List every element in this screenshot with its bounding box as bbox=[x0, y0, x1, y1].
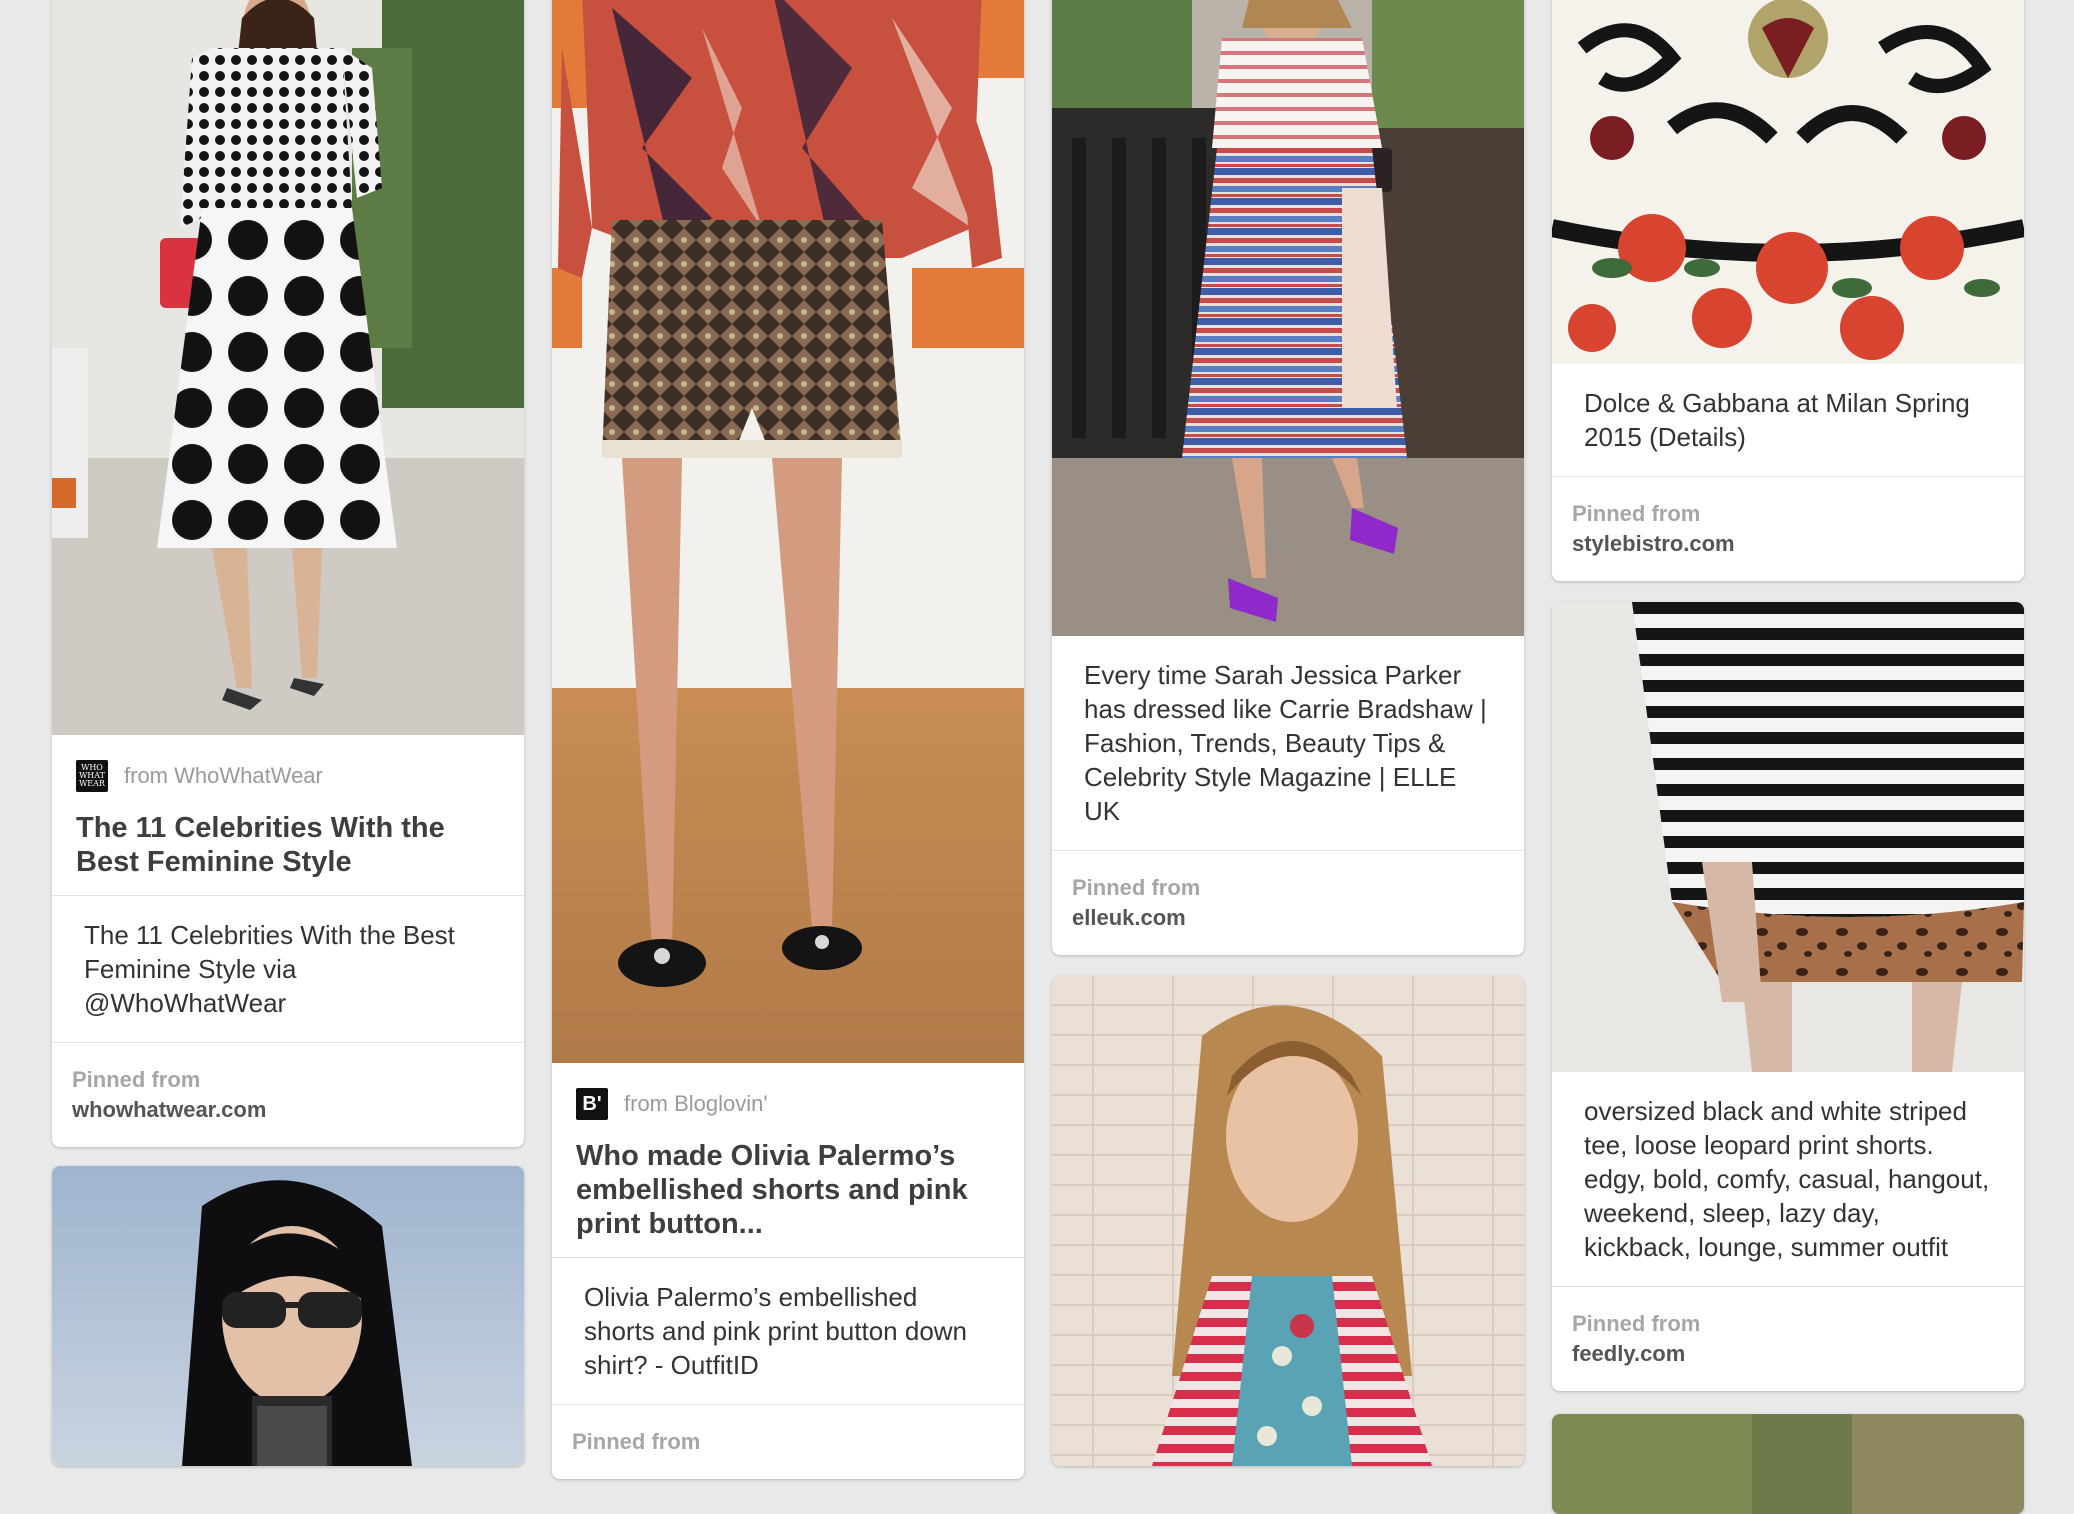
pin-image-graphic bbox=[1552, 1414, 2024, 1514]
pinned-from-domain[interactable]: feedly.com bbox=[1572, 1339, 2004, 1369]
pin-image[interactable] bbox=[1552, 0, 2024, 364]
pin-source[interactable]: WHO WHAT WEAR from WhoWhatWear bbox=[52, 735, 524, 795]
pin-card[interactable]: oversized black and white striped tee, l… bbox=[1552, 602, 2024, 1391]
pinned-from-label: Pinned from bbox=[572, 1429, 701, 1454]
pin-image[interactable] bbox=[1552, 602, 2024, 1072]
pin-description: oversized black and white striped tee, l… bbox=[1584, 1096, 1990, 1262]
pinned-from-domain[interactable]: whowhatwear.com bbox=[72, 1095, 504, 1125]
pin-card[interactable]: Every time Sarah Jessica Parker has dres… bbox=[1052, 0, 1524, 955]
pin-image-graphic bbox=[1052, 976, 1524, 1466]
pin-attribution[interactable]: Pinned from elleuk.com bbox=[1052, 851, 1524, 955]
pin-image[interactable] bbox=[1552, 1414, 2024, 1514]
pin-description: Olivia Palermo’s embellished shorts and … bbox=[584, 1282, 968, 1380]
pin-description: Every time Sarah Jessica Parker has dres… bbox=[1084, 660, 1487, 826]
pin-source[interactable]: B' from Bloglovin' bbox=[552, 1063, 1024, 1123]
pin-image[interactable] bbox=[1052, 0, 1524, 636]
pin-card[interactable] bbox=[52, 1166, 524, 1466]
pin-image[interactable] bbox=[1052, 976, 1524, 1466]
pin-attribution[interactable]: Pinned from stylebistro.com bbox=[1552, 477, 2024, 581]
source-logo: B' bbox=[576, 1088, 608, 1120]
pin-description: Dolce & Gabbana at Milan Spring 2015 (De… bbox=[1584, 388, 1970, 452]
pin-card[interactable]: Dolce & Gabbana at Milan Spring 2015 (De… bbox=[1552, 0, 2024, 581]
pin-rich-title[interactable]: Who made Olivia Palermo’s embellished sh… bbox=[552, 1123, 1024, 1257]
pin-image-graphic bbox=[1552, 0, 2024, 364]
pin-card[interactable] bbox=[1052, 976, 1524, 1466]
pin-card[interactable] bbox=[1552, 1414, 2024, 1514]
pin-image-graphic bbox=[52, 0, 524, 735]
pinned-from-label: Pinned from bbox=[1072, 875, 1201, 900]
pin-image[interactable] bbox=[52, 1166, 524, 1466]
source-text: from WhoWhatWear bbox=[124, 763, 323, 788]
pin-image-graphic bbox=[552, 0, 1024, 1063]
pin-image-graphic bbox=[1552, 602, 2024, 1072]
pin-attribution[interactable]: Pinned from bbox=[552, 1405, 1024, 1479]
pin-image-graphic bbox=[52, 1166, 524, 1466]
pin-attribution[interactable]: Pinned from feedly.com bbox=[1552, 1287, 2024, 1391]
pin-image-graphic bbox=[1052, 0, 1524, 636]
pin-card[interactable]: B' from Bloglovin' Who made Olivia Paler… bbox=[552, 0, 1024, 1479]
pinned-from-label: Pinned from bbox=[72, 1067, 201, 1092]
pinned-from-domain[interactable]: elleuk.com bbox=[1072, 903, 1504, 933]
pin-rich-title[interactable]: The 11 Celebrities With the Best Feminin… bbox=[52, 795, 524, 895]
pinned-from-domain[interactable]: stylebistro.com bbox=[1572, 529, 2004, 559]
pin-description: The 11 Celebrities With the Best Feminin… bbox=[84, 920, 455, 1018]
pinned-from-label: Pinned from bbox=[1572, 1311, 1701, 1336]
pinned-from-label: Pinned from bbox=[1572, 501, 1701, 526]
pin-attribution[interactable]: Pinned from whowhatwear.com bbox=[52, 1043, 524, 1147]
pin-image[interactable] bbox=[52, 0, 524, 735]
pin-card[interactable]: WHO WHAT WEAR from WhoWhatWear The 11 Ce… bbox=[52, 0, 524, 1147]
pin-image[interactable] bbox=[552, 0, 1024, 1063]
source-text: from Bloglovin' bbox=[624, 1091, 768, 1116]
source-logo: WHO WHAT WEAR bbox=[76, 760, 108, 792]
